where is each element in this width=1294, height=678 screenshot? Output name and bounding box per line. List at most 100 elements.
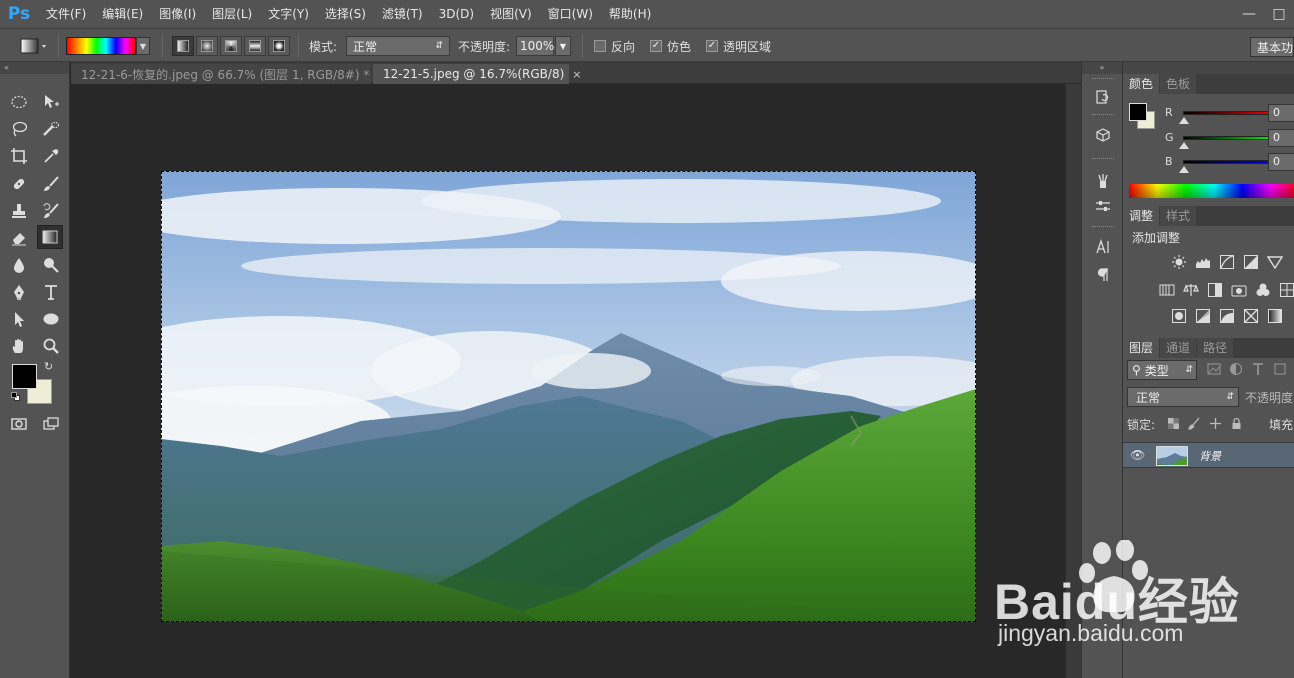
exposure-icon[interactable] — [1242, 254, 1260, 270]
opacity-input[interactable]: 100% — [516, 36, 554, 56]
clone-stamp-tool[interactable] — [6, 199, 32, 223]
quick-mask-button[interactable] — [6, 412, 32, 436]
brush-presets-icon[interactable] — [1091, 170, 1115, 192]
brush-settings-icon[interactable] — [1091, 196, 1115, 218]
menu-window[interactable]: 窗口(W) — [540, 0, 601, 28]
slider-r-track[interactable] — [1183, 111, 1279, 115]
grip-handle[interactable] — [1092, 78, 1114, 81]
eyedropper-tool[interactable] — [38, 144, 64, 168]
zoom-tool[interactable] — [38, 334, 64, 358]
menu-view[interactable]: 视图(V) — [482, 0, 540, 28]
reflected-gradient-button[interactable] — [244, 36, 266, 56]
gradient-tool[interactable] — [37, 225, 63, 249]
paragraph-panel-icon[interactable] — [1091, 264, 1115, 286]
healing-brush-tool[interactable] — [6, 172, 32, 196]
marquee-tool[interactable] — [6, 90, 32, 114]
document-image[interactable] — [161, 171, 976, 622]
layer-row[interactable]: 👁 背景 — [1123, 442, 1294, 468]
black-white-icon[interactable] — [1206, 282, 1224, 298]
brightness-contrast-icon[interactable] — [1170, 254, 1188, 270]
gradient-map-icon[interactable] — [1266, 308, 1284, 324]
dither-checkbox[interactable]: ✓ 仿色 — [650, 35, 691, 57]
minimize-icon[interactable]: — — [1234, 6, 1264, 22]
slider-thumb-icon[interactable] — [1179, 166, 1189, 173]
tab-paths[interactable]: 路径 — [1197, 338, 1234, 358]
layer-filter-select[interactable]: ⚲ 类型 ⇵ — [1127, 360, 1197, 380]
selective-color-icon[interactable] — [1242, 308, 1260, 324]
move-tool[interactable] — [38, 90, 64, 114]
menu-select[interactable]: 选择(S) — [317, 0, 374, 28]
workspace-switcher[interactable]: 基本功能 — [1250, 37, 1294, 57]
default-colors-icon[interactable] — [11, 392, 21, 402]
path-selection-tool[interactable] — [6, 307, 32, 331]
invert-icon[interactable] — [1170, 308, 1188, 324]
reverse-checkbox[interactable]: 反向 — [594, 35, 635, 57]
tab-channels[interactable]: 通道 — [1160, 338, 1197, 358]
slider-thumb-icon[interactable] — [1179, 117, 1189, 124]
hue-saturation-icon[interactable] — [1158, 282, 1176, 298]
grip-handle[interactable] — [1092, 158, 1114, 161]
radial-gradient-button[interactable] — [196, 36, 218, 56]
panel-collapse-icon[interactable]: « — [0, 62, 69, 74]
b-value-input[interactable]: 0 — [1268, 153, 1294, 171]
tab-layers[interactable]: 图层 — [1123, 338, 1160, 358]
filter-pixel-icon[interactable] — [1207, 362, 1221, 376]
document-tab-active[interactable]: 12-21-5.jpeg @ 16.7%(RGB/8) × — [373, 64, 581, 84]
opacity-dropdown[interactable]: ▼ — [555, 36, 571, 56]
menu-filter[interactable]: 滤镜(T) — [374, 0, 431, 28]
slider-g-track[interactable] — [1183, 136, 1279, 140]
lasso-tool[interactable] — [6, 117, 32, 141]
threshold-icon[interactable] — [1218, 308, 1236, 324]
tab-adjustments[interactable]: 调整 — [1123, 206, 1160, 226]
posterize-icon[interactable] — [1194, 308, 1212, 324]
channel-mixer-icon[interactable] — [1254, 282, 1272, 298]
quick-selection-tool[interactable] — [38, 117, 64, 141]
menu-type[interactable]: 文字(Y) — [260, 0, 317, 28]
mode-select[interactable]: 正常 ⇵ — [346, 36, 450, 56]
3d-icon[interactable] — [1091, 124, 1115, 146]
screen-mode-button[interactable] — [38, 412, 64, 436]
vertical-scrollbar[interactable] — [1065, 84, 1081, 678]
menu-layer[interactable]: 图层(L) — [204, 0, 260, 28]
grip-handle[interactable] — [1092, 226, 1114, 229]
filter-shape-icon[interactable] — [1273, 362, 1287, 376]
lock-transparent-icon[interactable] — [1167, 417, 1180, 430]
eye-icon[interactable]: 👁 — [1130, 448, 1145, 462]
history-brush-tool[interactable] — [38, 199, 64, 223]
gradient-editor-swatch[interactable] — [66, 37, 136, 55]
pen-tool[interactable] — [6, 280, 32, 304]
curves-icon[interactable] — [1218, 254, 1236, 270]
r-value-input[interactable]: 0 — [1268, 104, 1294, 122]
transparency-checkbox[interactable]: ✓ 透明区域 — [706, 35, 771, 57]
lock-position-icon[interactable] — [1209, 417, 1222, 430]
slider-thumb-icon[interactable] — [1179, 142, 1189, 149]
brush-tool[interactable] — [38, 172, 64, 196]
panel-expand-icon[interactable]: » — [1082, 62, 1122, 74]
document-tab[interactable]: 12-21-6-恢复的.jpeg @ 66.7% (图层 1, RGB/8#) … — [71, 64, 371, 84]
hand-tool[interactable] — [6, 334, 32, 358]
diamond-gradient-button[interactable] — [268, 36, 290, 56]
blend-mode-select[interactable]: 正常 ⇵ — [1127, 387, 1239, 407]
photo-filter-icon[interactable] — [1230, 282, 1248, 298]
linear-gradient-button[interactable] — [172, 36, 194, 56]
character-panel-icon[interactable] — [1091, 236, 1115, 258]
levels-icon[interactable] — [1194, 254, 1212, 270]
close-icon[interactable]: × — [572, 68, 581, 81]
eraser-tool[interactable] — [6, 226, 32, 250]
menu-help[interactable]: 帮助(H) — [601, 0, 659, 28]
lock-pixels-icon[interactable] — [1188, 417, 1201, 430]
filter-type-icon[interactable] — [1251, 362, 1265, 376]
menu-file[interactable]: 文件(F) — [38, 0, 94, 28]
gradient-picker-dropdown[interactable]: ▼ — [136, 37, 150, 55]
filter-adjustment-icon[interactable] — [1229, 362, 1243, 376]
type-tool[interactable] — [38, 280, 64, 304]
foreground-color-swatch[interactable] — [12, 364, 37, 389]
tool-preset-picker[interactable] — [20, 35, 48, 57]
swap-colors-icon[interactable]: ↻ — [44, 360, 53, 373]
slider-b-track[interactable] — [1183, 160, 1279, 164]
crop-tool[interactable] — [6, 144, 32, 168]
ellipse-tool[interactable] — [38, 307, 64, 331]
menu-image[interactable]: 图像(I) — [151, 0, 204, 28]
blur-tool[interactable] — [6, 253, 32, 277]
dodge-tool[interactable] — [38, 253, 64, 277]
